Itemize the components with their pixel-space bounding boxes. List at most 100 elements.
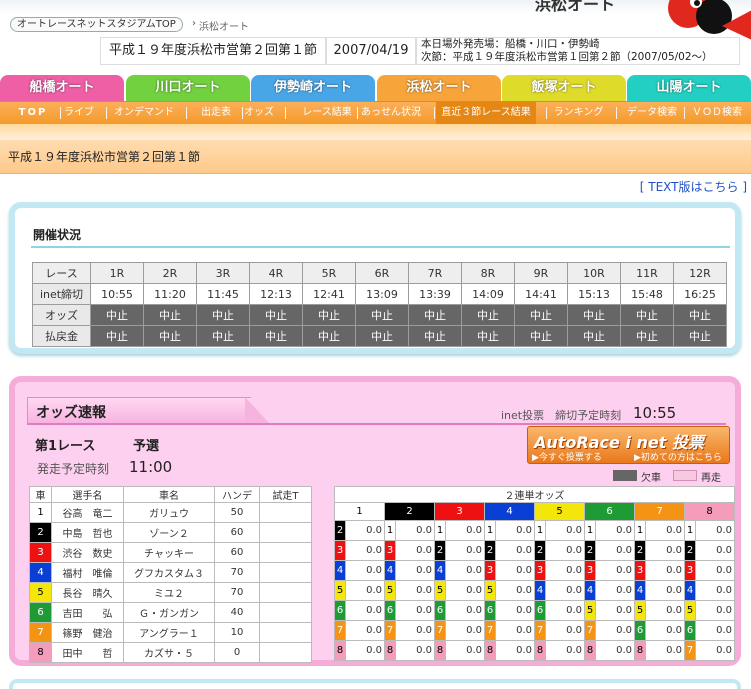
- odds-cell[interactable]: 0.0: [545, 640, 585, 661]
- odds-cell[interactable]: 0.0: [445, 560, 485, 581]
- odds-cell[interactable]: 0.0: [495, 560, 535, 581]
- odds-cell[interactable]: 0.0: [695, 620, 735, 641]
- odds-cell[interactable]: 0.0: [645, 600, 685, 621]
- odds-cell[interactable]: 0.0: [645, 640, 685, 661]
- odds-cell[interactable]: 0.0: [645, 580, 685, 601]
- text-version-label[interactable]: TEXT版はこちら: [648, 180, 738, 194]
- odds-cell[interactable]: 0.0: [595, 640, 635, 661]
- odds-cell[interactable]: 0.0: [495, 640, 535, 661]
- odds-cell[interactable]: 0.0: [395, 560, 435, 581]
- odds-cell[interactable]: 0.0: [595, 580, 635, 601]
- odds-cell[interactable]: 0.0: [495, 580, 535, 601]
- subnav-item-11[interactable]: ＶＯＤ検索: [686, 102, 748, 124]
- odds-cell[interactable]: 0.0: [545, 540, 585, 561]
- odds-cell[interactable]: 0.0: [545, 560, 585, 581]
- inet-vote-banner[interactable]: AutoRace i net 投票 ▶今すぐ投票する ▶初めての方はこちら: [527, 426, 730, 464]
- odds-cell[interactable]: 0.0: [445, 580, 485, 601]
- venue-tab-4[interactable]: 浜松オート: [377, 75, 501, 101]
- odds-cell[interactable]: 0.0: [645, 560, 685, 581]
- second-place: 2: [684, 540, 696, 561]
- odds-cell[interactable]: 0.0: [695, 640, 735, 661]
- odds-cell[interactable]: 0.0: [395, 580, 435, 601]
- rider-number: 4: [29, 562, 52, 583]
- odds-cell[interactable]: 0.0: [345, 600, 385, 621]
- rider-name[interactable]: 田中 哲: [51, 642, 124, 663]
- odds-cell[interactable]: 0.0: [695, 520, 735, 541]
- rider-name[interactable]: 中島 哲也: [51, 522, 124, 543]
- odds-cell[interactable]: 0.0: [395, 640, 435, 661]
- odds-cell[interactable]: 0.0: [595, 540, 635, 561]
- odds-divider: [27, 423, 726, 425]
- odds-cell[interactable]: 0.0: [445, 540, 485, 561]
- subnav-item-7[interactable]: あっせん状況: [359, 102, 423, 124]
- venue-tab-5[interactable]: 飯塚オート: [502, 75, 626, 101]
- subnav-item-4[interactable]: 出走表: [188, 102, 244, 124]
- odds-cell[interactable]: 0.0: [545, 580, 585, 601]
- inet-deadline-11: 15:48: [620, 283, 674, 305]
- odds-cell[interactable]: 0.0: [445, 640, 485, 661]
- venue-tab-3[interactable]: 伊勢崎オート: [251, 75, 375, 101]
- odds-cell[interactable]: 0.0: [595, 560, 635, 581]
- subnav-item-6[interactable]: レース結果: [287, 102, 367, 124]
- odds-cell[interactable]: 0.0: [595, 600, 635, 621]
- second-place: 8: [384, 640, 396, 661]
- odds-cell[interactable]: 0.0: [345, 620, 385, 641]
- odds-cell[interactable]: 0.0: [345, 640, 385, 661]
- odds-cell[interactable]: 0.0: [695, 540, 735, 561]
- second-place: 7: [684, 640, 696, 661]
- rider-name[interactable]: 長谷 晴久: [51, 582, 124, 603]
- odds-cell[interactable]: 0.0: [395, 540, 435, 561]
- odds-cell[interactable]: 0.0: [645, 540, 685, 561]
- subnav-item-8[interactable]: 直近３節レース結果: [436, 102, 536, 124]
- vote-now-link[interactable]: ▶今すぐ投票する: [532, 450, 602, 463]
- odds-cell[interactable]: 0.0: [395, 620, 435, 641]
- odds-cell[interactable]: 0.0: [645, 520, 685, 541]
- odds-cell[interactable]: 0.0: [545, 600, 585, 621]
- subnav-item-9[interactable]: ランキング: [548, 102, 609, 124]
- first-time-link[interactable]: ▶初めての方はこちら: [634, 450, 722, 463]
- odds-cell[interactable]: 0.0: [695, 580, 735, 601]
- breadcrumb-home-link[interactable]: オートレースネットスタジアムTOP: [10, 17, 183, 32]
- rider-name[interactable]: 福村 唯倫: [51, 562, 124, 583]
- rider-name[interactable]: 渋谷 数史: [51, 542, 124, 563]
- odds-cell[interactable]: 0.0: [495, 520, 535, 541]
- odds-cell[interactable]: 0.0: [695, 600, 735, 621]
- inet-deadline-3: 11:45: [196, 283, 250, 305]
- odds-cell[interactable]: 0.0: [545, 620, 585, 641]
- odds-cell[interactable]: 0.0: [495, 540, 535, 561]
- rider-header: ハンデ: [214, 486, 260, 503]
- odds-cell[interactable]: 0.0: [495, 620, 535, 641]
- odds-cell[interactable]: 0.0: [445, 600, 485, 621]
- odds-cell[interactable]: 0.0: [495, 600, 535, 621]
- subnav-item-1[interactable]: TOP: [4, 102, 62, 124]
- odds-cell[interactable]: 0.0: [445, 520, 485, 541]
- odds-cell[interactable]: 0.0: [445, 620, 485, 641]
- odds-cell[interactable]: 0.0: [395, 520, 435, 541]
- odds-cell[interactable]: 0.0: [595, 620, 635, 641]
- payout-status-8: 中止: [461, 325, 515, 347]
- venue-tab-2[interactable]: 川口オート: [126, 75, 250, 101]
- odds-status-8: 中止: [461, 304, 515, 326]
- odds-cell[interactable]: 0.0: [545, 520, 585, 541]
- odds-cell[interactable]: 0.0: [645, 620, 685, 641]
- second-place: 3: [534, 560, 546, 581]
- odds-cell[interactable]: 0.0: [345, 520, 385, 541]
- rider-name[interactable]: 篠野 健治: [51, 622, 124, 643]
- rider-header: 車名: [123, 486, 215, 503]
- subnav-item-5[interactable]: オッズ: [244, 102, 274, 124]
- subnav-item-3[interactable]: オンデマンド: [108, 102, 180, 124]
- odds-cell[interactable]: 0.0: [345, 560, 385, 581]
- rider-name[interactable]: 吉田 弘: [51, 602, 124, 623]
- odds-cell[interactable]: 0.0: [395, 600, 435, 621]
- venue-tab-1[interactable]: 船橋オート: [0, 75, 124, 101]
- subnav-item-10[interactable]: データ検索: [618, 102, 686, 124]
- odds-cell[interactable]: 0.0: [595, 520, 635, 541]
- text-version-link[interactable]: [ TEXT版はこちら ]: [640, 178, 747, 195]
- odds-cell[interactable]: 0.0: [345, 580, 385, 601]
- rider-name[interactable]: 谷高 竜二: [51, 502, 124, 523]
- second-place: 5: [684, 600, 696, 621]
- odds-cell[interactable]: 0.0: [695, 560, 735, 581]
- subnav-item-2[interactable]: ライブ: [62, 102, 96, 124]
- venue-tab-6[interactable]: 山陽オート: [627, 75, 751, 101]
- odds-cell[interactable]: 0.0: [345, 540, 385, 561]
